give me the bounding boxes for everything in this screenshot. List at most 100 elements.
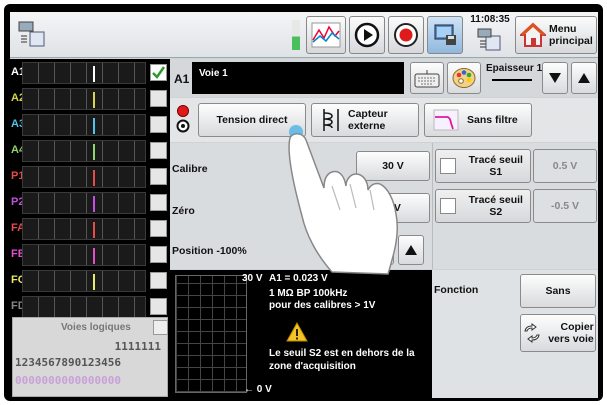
seuil-s1-value[interactable]: 0.5 V bbox=[533, 149, 597, 183]
network-icon bbox=[477, 28, 501, 51]
channel-checkbox[interactable] bbox=[150, 298, 167, 315]
channel-list: A1 A2 A3 A4 P1 P2 FA FB FC FD Voies logi… bbox=[10, 59, 170, 398]
channel-checkbox[interactable] bbox=[150, 220, 167, 237]
copy-arrows-icon bbox=[524, 323, 540, 343]
fonction-value-button[interactable]: Sans bbox=[520, 274, 596, 308]
channel-trace bbox=[22, 218, 146, 240]
capteur-label-1: Capteur bbox=[348, 108, 388, 120]
input-terminal-icon bbox=[176, 105, 190, 133]
channel-id: A1 bbox=[174, 72, 190, 86]
channel-trace bbox=[22, 140, 146, 162]
top-toolbar: 11:08:35 Menu principal bbox=[10, 12, 598, 58]
computer-save-icon bbox=[434, 24, 456, 45]
keyboard-icon bbox=[414, 70, 440, 88]
channel-checkbox[interactable] bbox=[150, 246, 167, 263]
seuil-s2-toggle[interactable]: Tracé seuil S2 bbox=[435, 189, 531, 223]
copier-vers-voie-button[interactable]: Copier vers voie bbox=[520, 314, 596, 352]
trace-marker bbox=[93, 92, 95, 108]
logic-channels-panel[interactable]: Voies logiques 1111111 1234567890123456 … bbox=[12, 317, 168, 397]
seuil-s2-label: Tracé seuil S2 bbox=[468, 194, 523, 218]
screen: 11:08:35 Menu principal A1 A2 A3 A4 P1 P… bbox=[10, 12, 598, 398]
arrow-up-icon bbox=[578, 73, 590, 83]
scope-grid bbox=[175, 275, 247, 393]
trace-marker bbox=[93, 248, 95, 264]
filter-icon bbox=[433, 109, 459, 131]
channel-row[interactable]: A1 bbox=[10, 61, 170, 85]
keyboard-button[interactable] bbox=[410, 62, 444, 94]
logic-row-1: 1111111 bbox=[114, 340, 161, 353]
channel-row[interactable]: A3 bbox=[10, 113, 170, 137]
clock-time: 11:08:35 bbox=[470, 14, 510, 25]
channel-row[interactable]: FA bbox=[10, 217, 170, 241]
channel-row[interactable]: A4 bbox=[10, 139, 170, 163]
channel-checkbox[interactable] bbox=[150, 272, 167, 289]
play-button[interactable] bbox=[349, 16, 385, 54]
channel-trace bbox=[22, 166, 146, 188]
logic-title: Voies logiques bbox=[61, 322, 131, 333]
seuil-s1-toggle[interactable]: Tracé seuil S1 bbox=[435, 149, 531, 183]
trace-marker bbox=[93, 222, 95, 238]
main-menu-button[interactable]: Menu principal bbox=[515, 16, 597, 54]
input-mode-indicator bbox=[176, 104, 190, 134]
copier-label-2: vers voie bbox=[548, 333, 594, 345]
channel-prev-button[interactable] bbox=[542, 62, 568, 94]
scope-preview: 30 V A1 = 0.023 V 1 MΩ BP 100kHz pour de… bbox=[170, 270, 432, 398]
channel-row[interactable]: P1 bbox=[10, 165, 170, 189]
device-frame: 11:08:35 Menu principal A1 A2 A3 A4 P1 P… bbox=[4, 4, 603, 401]
graph-icon bbox=[311, 22, 341, 48]
arrow-up-icon bbox=[405, 245, 417, 255]
save-screen-button[interactable] bbox=[427, 16, 463, 54]
channel-row[interactable]: A2 bbox=[10, 87, 170, 111]
channel-trace bbox=[22, 270, 146, 292]
level-indicator bbox=[292, 20, 300, 50]
scope-bp-1: 1 MΩ BP 100kHz bbox=[269, 288, 348, 299]
record-icon bbox=[394, 23, 418, 47]
scope-warning-1: Le seuil S2 est en dehors de la bbox=[269, 348, 415, 359]
fonction-panel: Fonction Sans Copier vers voie bbox=[432, 270, 598, 398]
channel-row[interactable]: FC bbox=[10, 269, 170, 293]
channel-header: A1 Voie 1 Epaisseur 1 bbox=[170, 59, 598, 97]
sans-filtre-label: Sans filtre bbox=[467, 114, 518, 126]
logic-row-2: 1234567890123456 bbox=[15, 356, 121, 369]
channel-trace bbox=[22, 88, 146, 110]
palette-icon bbox=[452, 68, 476, 88]
seuil-s2-checkbox[interactable] bbox=[440, 198, 456, 214]
record-button[interactable] bbox=[388, 16, 424, 54]
scope-bottom-scale: ← 0 V bbox=[244, 384, 272, 395]
play-icon bbox=[354, 22, 380, 48]
channel-checkbox[interactable] bbox=[150, 90, 167, 107]
trace-marker bbox=[93, 66, 95, 82]
scope-top-scale: 30 V bbox=[242, 273, 263, 284]
seuil-s1-label: Tracé seuil S1 bbox=[468, 154, 523, 178]
zero-label: Zéro bbox=[172, 205, 195, 217]
channel-checkbox[interactable] bbox=[150, 64, 167, 81]
thickness-preview bbox=[492, 79, 532, 81]
position-label: Position -100% bbox=[172, 245, 247, 257]
channel-checkbox[interactable] bbox=[150, 142, 167, 159]
graph-view-button[interactable] bbox=[306, 16, 346, 54]
channel-checkbox[interactable] bbox=[150, 194, 167, 211]
warning-icon bbox=[286, 322, 308, 342]
channel-checkbox[interactable] bbox=[150, 116, 167, 133]
channel-row[interactable]: FD bbox=[10, 295, 170, 319]
home-icon bbox=[520, 22, 546, 47]
color-palette-button[interactable] bbox=[447, 62, 481, 94]
channel-trace bbox=[22, 244, 146, 266]
channel-trace bbox=[22, 296, 146, 318]
channel-trace bbox=[22, 62, 146, 84]
arrow-down-icon bbox=[549, 73, 561, 83]
sans-filtre-button[interactable]: Sans filtre bbox=[424, 103, 532, 137]
channel-row[interactable]: P2 bbox=[10, 191, 170, 215]
scope-bp-2: pour des calibres > 1V bbox=[269, 300, 376, 311]
logic-checkbox[interactable] bbox=[153, 320, 168, 335]
channel-checkbox[interactable] bbox=[150, 168, 167, 185]
checkmark-icon bbox=[152, 66, 166, 79]
channel-name-field[interactable]: Voie 1 bbox=[192, 62, 404, 94]
channel-row[interactable]: FB bbox=[10, 243, 170, 267]
scope-warning-2: zone d'acquisition bbox=[269, 361, 356, 372]
seuil-s1-checkbox[interactable] bbox=[440, 158, 456, 174]
seuil-s2-value[interactable]: -0.5 V bbox=[533, 189, 597, 223]
channel-next-button[interactable] bbox=[571, 62, 597, 94]
trace-marker bbox=[93, 144, 95, 160]
trace-marker bbox=[93, 170, 95, 186]
